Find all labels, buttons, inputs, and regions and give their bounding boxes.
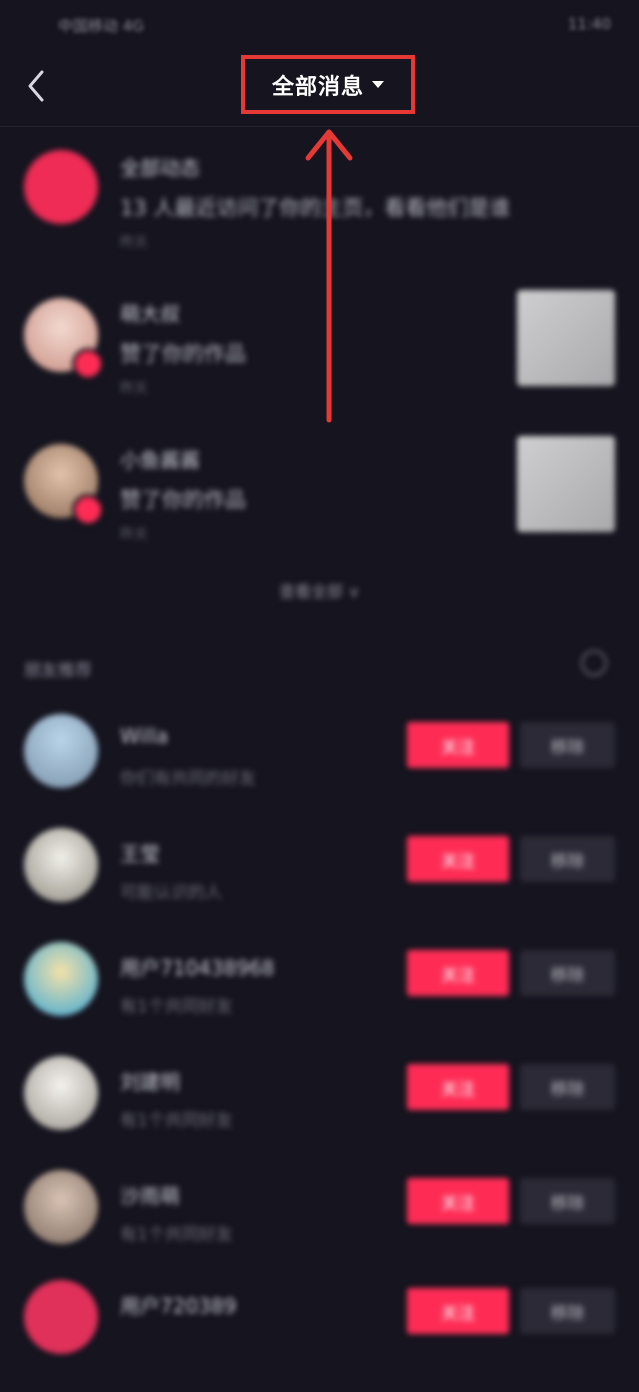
expand-all-link[interactable]: 查看全部 ∨ [0, 578, 639, 602]
back-button[interactable] [20, 66, 54, 106]
notification-time: 昨天 [120, 527, 148, 543]
remove-button[interactable]: 移除 [520, 1178, 615, 1224]
back-arrow-icon [28, 70, 44, 102]
recommend-row: 用户710438968 有1个共同好友 关注 移除 [0, 942, 639, 1054]
follow-button[interactable]: 关注 [407, 836, 509, 882]
notification-item[interactable]: 全部动态 13 人最近访问了你的主页，看看他们是谁 昨天 [0, 140, 639, 280]
user-name: 刘建明 [120, 1070, 180, 1094]
avatar[interactable] [24, 1056, 98, 1130]
user-name: 沙雨萌 [120, 1184, 180, 1208]
user-subtitle: 你们有共同的好友 [120, 769, 256, 789]
notification-text: 13 人最近访问了你的主页，看看他们是谁 [120, 196, 511, 220]
notification-time: 昨天 [120, 381, 148, 397]
carrier-text: 中国移动 4G [58, 17, 144, 35]
heart-badge-icon [72, 348, 104, 380]
recommend-row: 沙雨萌 有1个共同好友 关注 移除 [0, 1170, 639, 1282]
remove-button[interactable]: 移除 [520, 1064, 615, 1110]
caret-down-icon [372, 81, 384, 88]
recommend-row: 王莹 可能认识的人 关注 移除 [0, 828, 639, 940]
user-name: 用户710438968 [120, 956, 275, 980]
user-subtitle: 有1个共同好友 [120, 997, 233, 1017]
avatar[interactable] [24, 1170, 98, 1244]
follow-button[interactable]: 关注 [407, 722, 509, 768]
message-filter-dropdown[interactable]: 全部消息 [241, 55, 415, 114]
info-icon[interactable] [581, 650, 607, 676]
section-title: 朋友推荐 [24, 661, 92, 681]
notification-name: 萌大叔 [120, 302, 180, 326]
notification-item[interactable]: 萌大叔 赞了你的作品 昨天 [0, 286, 639, 426]
recommend-row: 刘建明 有1个共同好友 关注 移除 [0, 1056, 639, 1168]
heart-badge-icon [72, 494, 104, 526]
post-thumbnail[interactable] [517, 290, 615, 386]
avatar[interactable] [24, 1280, 98, 1354]
recommend-row: Willa 你们有共同的好友 关注 移除 [0, 714, 639, 826]
avatar [24, 150, 98, 224]
page-title: 全部消息 [271, 74, 364, 100]
status-bar: 中国移动 4G 11:40 [0, 0, 639, 48]
notification-text: 赞了你的作品 [120, 342, 246, 366]
post-thumbnail[interactable] [517, 436, 615, 532]
avatar[interactable] [24, 942, 98, 1016]
user-name: Willa [120, 724, 169, 748]
notification-item[interactable]: 小鱼酱酱 赞了你的作品 昨天 [0, 432, 639, 572]
notification-time: 昨天 [120, 235, 148, 251]
user-name: 用户720389 [120, 1294, 237, 1318]
follow-button[interactable]: 关注 [407, 1064, 509, 1110]
user-subtitle: 有1个共同好友 [120, 1225, 233, 1245]
follow-button[interactable]: 关注 [407, 1288, 509, 1334]
notification-name: 小鱼酱酱 [120, 448, 200, 472]
user-name: 王莹 [120, 842, 160, 866]
remove-button[interactable]: 移除 [520, 836, 615, 882]
follow-button[interactable]: 关注 [407, 1178, 509, 1224]
avatar[interactable] [24, 714, 98, 788]
user-subtitle: 有1个共同好友 [120, 1111, 233, 1131]
avatar[interactable] [24, 828, 98, 902]
notification-text: 赞了你的作品 [120, 488, 246, 512]
user-subtitle: 可能认识的人 [120, 883, 222, 903]
nav-bar: 全部消息 [0, 48, 639, 127]
recommend-row: 用户720389 关注 移除 [0, 1280, 639, 1392]
remove-button[interactable]: 移除 [520, 950, 615, 996]
notification-name: 全部动态 [120, 156, 200, 180]
follow-button[interactable]: 关注 [407, 950, 509, 996]
remove-button[interactable]: 移除 [520, 1288, 615, 1334]
remove-button[interactable]: 移除 [520, 722, 615, 768]
status-time: 11:40 [567, 15, 611, 33]
